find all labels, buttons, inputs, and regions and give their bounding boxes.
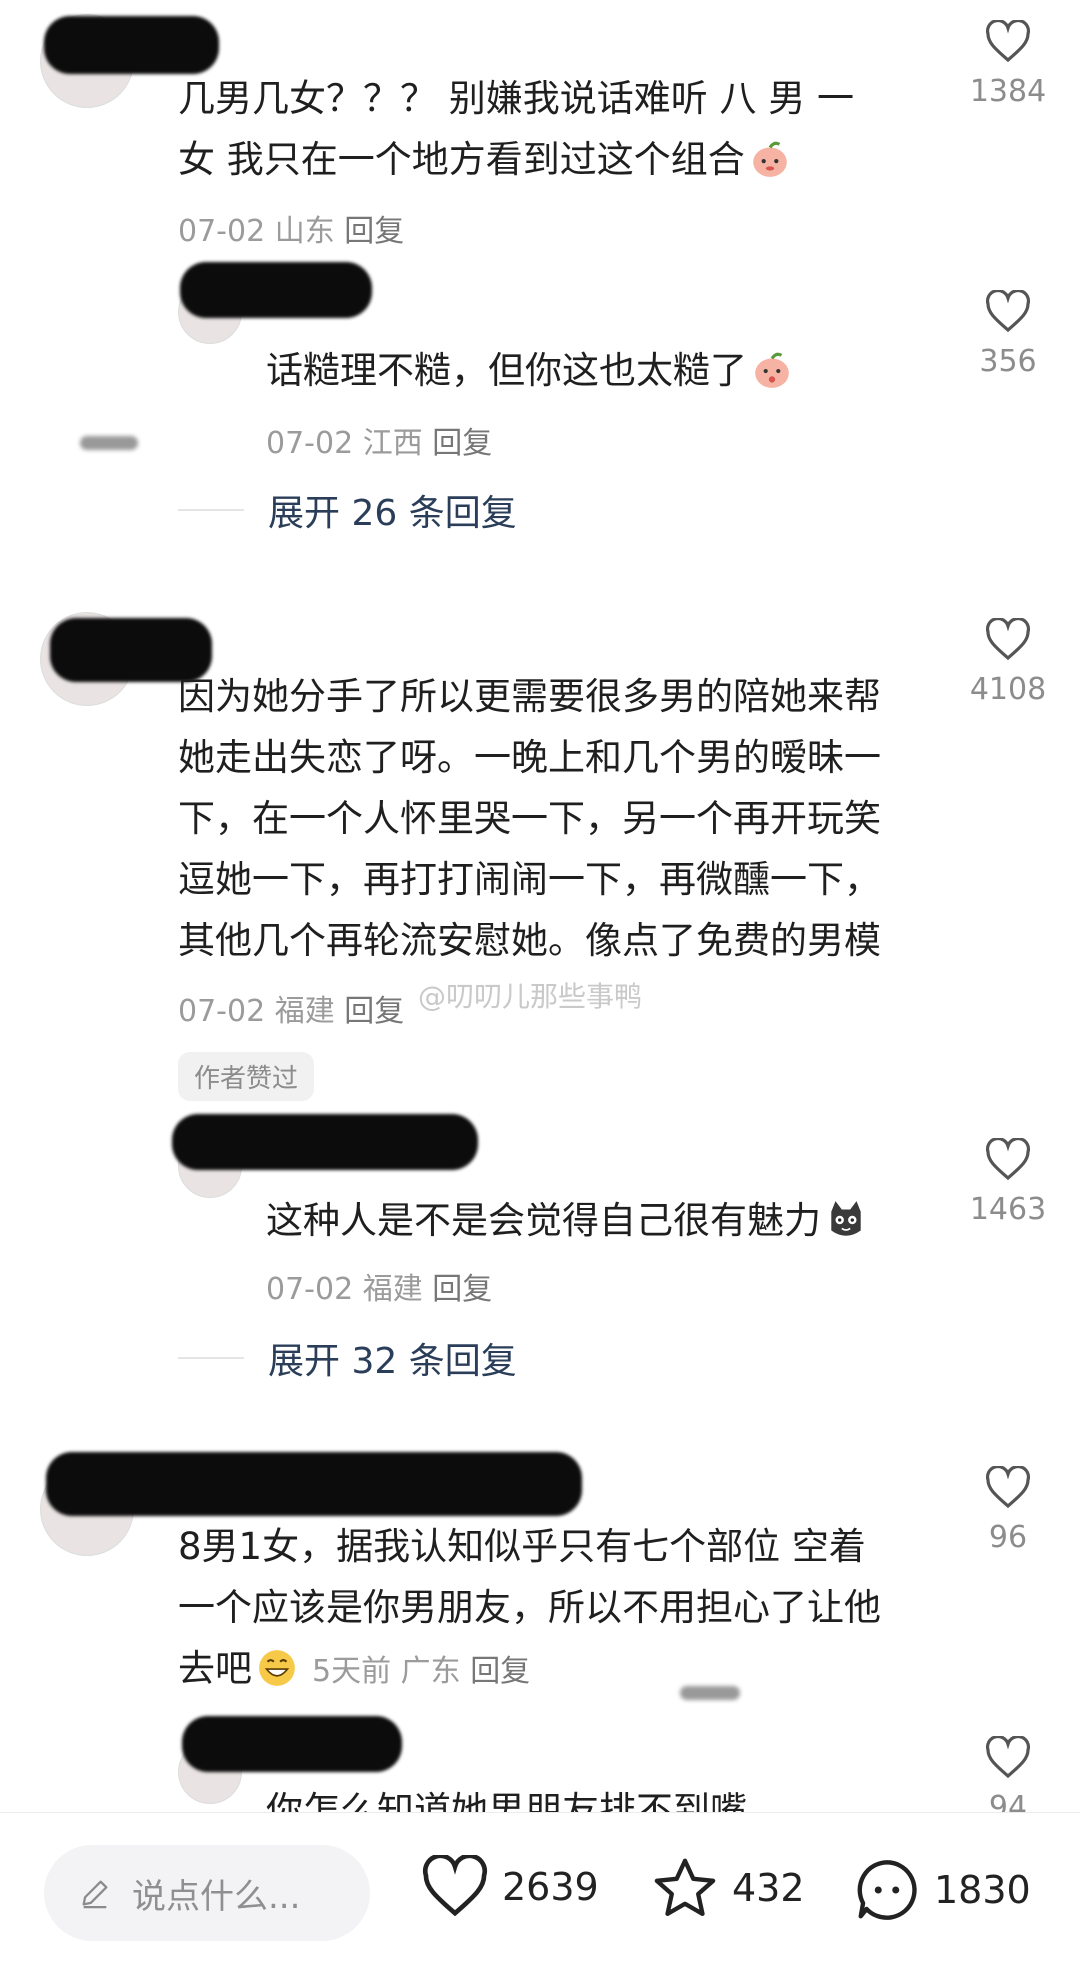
reply-button[interactable]: 回复 [432,1272,492,1307]
comment-meta: 07-02 山东 回复 [178,214,405,249]
comment-like[interactable]: 96 [948,1466,1068,1555]
divider [178,509,244,511]
reply-text: 你怎么知道她男朋友排不到嘴 [266,1789,747,1812]
like-count: 96 [988,1520,1028,1555]
comment-text: 几男几女？？？ 别嫌我说话难听 八 男 一 女 我只在一个地方看到过这个组合 [178,77,855,181]
reply-like[interactable]: 1463 [948,1138,1068,1227]
like-count: 1384 [969,74,1047,109]
comment-text: 因为她分手了所以更需要很多男的陪她来帮 她走出失恋了呀。一晚上和几个男的暧昧一 … [178,675,881,962]
reply-button[interactable]: 回复 [344,214,404,249]
comment-button[interactable]: 1830 [852,1855,1031,1925]
redacted-username [180,262,372,318]
emoji-grin-icon [259,1650,295,1686]
redacted-username [172,1114,478,1170]
heart-icon [985,1736,1031,1779]
like-count: 1463 [969,1192,1047,1227]
author-liked-badge: 作者赞过 [178,1052,315,1101]
favorite-button[interactable]: 432 [650,1855,805,1921]
like-count: 356 [979,344,1037,379]
reply-button[interactable]: 回复 [470,1654,530,1689]
reply-button[interactable]: 回复 [344,994,404,1029]
comment-like[interactable]: 4108 [948,618,1068,707]
reply-like[interactable]: 94 [948,1736,1068,1812]
reply-text: 这种人是不是会觉得自己很有魅力 [266,1190,926,1251]
emoji-peach-icon [752,141,787,177]
expand-replies-button[interactable]: 展开 26 条回复 [178,480,517,540]
bottom-action-bar: 说点什么... 2639 432 1830 [0,1812,1080,1981]
favorite-count: 432 [732,1866,805,1910]
reply-text: 话糙理不糙，但你这也太糙了 [266,340,926,401]
watermark: @叨叨儿那些事鸭 [418,980,643,1013]
heart-icon [985,20,1031,63]
heart-icon [985,1138,1031,1181]
heart-icon [985,618,1031,661]
comment-text: 8男1女，据我认知似乎只有七个部位 空着 一个应该是你男朋友，所以不用担心了让他… [178,1525,881,1690]
like-count: 2639 [502,1865,599,1909]
comment-input[interactable]: 说点什么... [44,1845,370,1941]
reply-meta: 07-02 福建 回复 [266,1272,493,1307]
divider [178,1357,244,1359]
comment-count: 1830 [934,1868,1031,1912]
smudge [680,1686,740,1700]
heart-icon [985,290,1031,333]
redacted-username [44,16,219,74]
reply-meta: 07-02 江西 回复 [266,426,493,461]
redacted-username [46,1452,582,1516]
star-icon [654,1858,716,1916]
heart-icon [422,1855,488,1917]
comment-like[interactable]: 1384 [948,20,1068,109]
comment-meta: 07-02 福建 回复 [178,994,405,1029]
emoji-cat-icon [831,1201,861,1236]
emoji-peach-icon [755,352,789,388]
comment-meta: 5天前 广东 回复 [312,1654,531,1689]
comment-icon [857,1860,917,1920]
expand-replies-button[interactable]: 展开 32 条回复 [178,1328,517,1388]
smudge [80,436,138,450]
reply-like[interactable]: 356 [948,290,1068,379]
like-button[interactable]: 2639 [420,1855,599,1919]
heart-icon [985,1466,1031,1509]
like-count: 94 [988,1790,1028,1812]
pencil-icon [82,1880,108,1909]
like-count: 4108 [969,672,1047,707]
reply-button[interactable]: 回复 [432,426,492,461]
redacted-username [182,1716,402,1772]
input-placeholder: 说点什么... [132,1876,301,1917]
